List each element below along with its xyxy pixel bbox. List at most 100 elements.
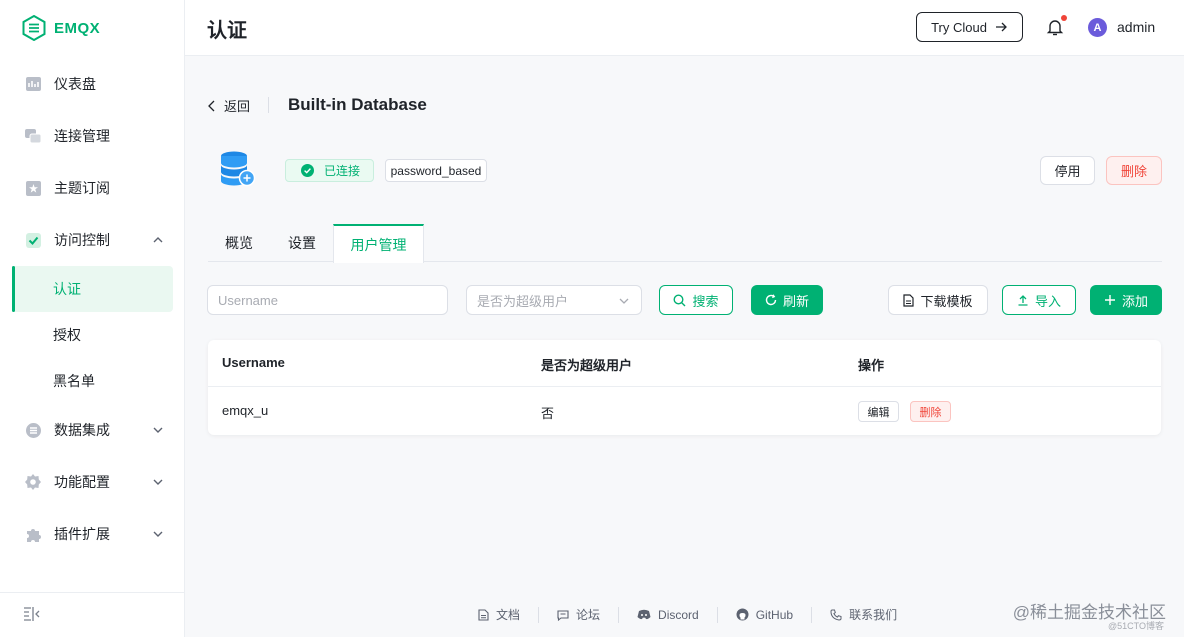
- add-button-label: 添加: [1121, 293, 1148, 309]
- try-cloud-button[interactable]: Try Cloud: [916, 12, 1023, 42]
- sidebar-subitem-label: 认证: [53, 281, 81, 297]
- data-integration-icon: [24, 421, 42, 439]
- back-link[interactable]: 返回: [208, 96, 250, 115]
- import-button-label: 导入: [1034, 293, 1061, 309]
- search-button[interactable]: 搜索: [659, 285, 733, 315]
- download-template-label: 下载模板: [920, 293, 973, 309]
- footer-contact-link[interactable]: 联系我们: [830, 606, 897, 623]
- discord-icon: [637, 609, 651, 620]
- users-table: Username 是否为超级用户 操作 emqx_u 否 编辑 删除: [208, 340, 1161, 435]
- sidebar-item-label: 仪表盘: [54, 76, 96, 92]
- chevron-up-icon: [153, 237, 163, 243]
- footer-docs-link[interactable]: 文档: [478, 606, 520, 623]
- sidebar-subitem-authorization[interactable]: 授权: [12, 312, 173, 358]
- github-icon: [736, 608, 749, 621]
- document-icon: [903, 293, 915, 307]
- emqx-logo-icon: [22, 15, 46, 41]
- sidebar-item-label: 数据集成: [54, 422, 110, 438]
- back-label: 返回: [224, 99, 251, 114]
- footer-discord-link[interactable]: Discord: [637, 608, 699, 622]
- sidebar-subitem-authentication[interactable]: 认证: [12, 266, 173, 312]
- superuser-select-placeholder: 是否为超级用户: [477, 293, 569, 309]
- footer-divider: [538, 606, 540, 623]
- access-control-icon: [24, 231, 42, 249]
- sidebar-item-dashboard[interactable]: 仪表盘: [0, 61, 185, 107]
- cell-superuser: 否: [541, 406, 555, 421]
- sidebar-item-access-control[interactable]: 访问控制: [0, 217, 185, 263]
- sidebar-item-subscriptions[interactable]: 主题订阅: [0, 165, 185, 211]
- sidebar-item-label: 连接管理: [54, 128, 110, 144]
- avatar[interactable]: A: [1088, 18, 1107, 37]
- footer-links: 文档 论坛 Discord GitHub 联系我们: [478, 606, 897, 623]
- brand-logo[interactable]: EMQX: [22, 15, 100, 41]
- tab-bar: 概览 设置 用户管理: [208, 224, 1162, 263]
- search-button-label: 搜索: [692, 293, 719, 309]
- tab-overview[interactable]: 概览: [208, 224, 270, 262]
- delete-authenticator-button[interactable]: 删除: [1106, 156, 1162, 185]
- cell-username: emqx_u: [222, 403, 269, 418]
- sidebar-item-label: 访问控制: [54, 232, 110, 248]
- chat-icon: [557, 609, 569, 621]
- tab-user-management[interactable]: 用户管理: [333, 224, 424, 263]
- sidebar-item-label: 功能配置: [54, 474, 110, 490]
- brand-name: EMQX: [54, 19, 101, 37]
- user-name[interactable]: admin: [1117, 19, 1155, 35]
- try-cloud-label: Try Cloud: [931, 19, 987, 35]
- refresh-button[interactable]: 刷新: [751, 285, 823, 315]
- footer-link-label: GitHub: [755, 607, 794, 622]
- search-icon: [673, 293, 686, 306]
- settings-icon: [24, 473, 42, 491]
- footer-link-label: 文档: [496, 608, 521, 622]
- footer-link-label: 论坛: [576, 608, 601, 622]
- superuser-select[interactable]: 是否为超级用户: [466, 285, 642, 315]
- sidebar-item-settings[interactable]: 功能配置: [0, 459, 185, 505]
- phone-icon: [830, 609, 842, 621]
- chevron-down-icon: [153, 531, 163, 537]
- sidebar-item-data-integration[interactable]: 数据集成: [0, 407, 185, 453]
- authenticator-title: Built-in Database: [288, 95, 427, 114]
- plugins-icon: [24, 525, 42, 543]
- refresh-icon: [765, 294, 777, 306]
- username-search-input[interactable]: [207, 285, 448, 315]
- edit-user-button[interactable]: 编辑: [858, 401, 899, 422]
- notification-dot: [1061, 15, 1067, 21]
- sidebar-item-plugins[interactable]: 插件扩展: [0, 511, 185, 557]
- sidebar: EMQX 仪表盘 连接管理 主题订阅 访问控制 认证 授权 黑名单 数据集成 功…: [0, 0, 185, 637]
- sidebar-item-label: 插件扩展: [54, 526, 110, 542]
- sidebar-subitem-blacklist[interactable]: 黑名单: [12, 358, 173, 404]
- import-button[interactable]: 导入: [1002, 285, 1076, 315]
- divider: [268, 97, 269, 113]
- sidebar-subitem-label: 黑名单: [53, 373, 95, 389]
- footer-link-label: 联系我们: [849, 608, 898, 622]
- dashboard-icon: [24, 75, 42, 93]
- chevron-left-icon: [208, 100, 215, 111]
- check-circle-icon: [301, 164, 314, 177]
- footer-divider: [618, 606, 620, 623]
- footer-github-link[interactable]: GitHub: [736, 608, 793, 622]
- disable-button[interactable]: 停用: [1040, 156, 1095, 185]
- document-icon: [478, 608, 489, 621]
- mechanism-badge: password_based: [385, 159, 487, 182]
- sidebar-divider: [0, 592, 184, 593]
- status-badge: 已连接: [285, 159, 374, 182]
- delete-user-button[interactable]: 删除: [910, 401, 951, 422]
- refresh-button-label: 刷新: [782, 293, 809, 309]
- chevron-down-icon: [153, 479, 163, 485]
- upload-icon: [1018, 295, 1028, 306]
- connections-icon: [24, 127, 42, 145]
- footer-divider: [716, 606, 718, 623]
- footer-link-label: Discord: [658, 607, 699, 622]
- arrow-right-icon: [995, 22, 1007, 32]
- plus-icon: [1104, 295, 1115, 305]
- top-header: 认证 Try Cloud A admin: [185, 0, 1184, 56]
- footer-divider: [811, 606, 813, 623]
- footer-forum-link[interactable]: 论坛: [557, 606, 600, 623]
- download-template-button[interactable]: 下载模板: [888, 285, 988, 315]
- sidebar-item-label: 主题订阅: [54, 180, 110, 196]
- sidebar-subitem-label: 授权: [53, 327, 81, 343]
- column-header-superuser: 是否为超级用户: [541, 358, 633, 373]
- sidebar-item-connections[interactable]: 连接管理: [0, 113, 185, 159]
- collapse-sidebar-icon[interactable]: [22, 605, 42, 623]
- add-user-button[interactable]: 添加: [1090, 285, 1162, 315]
- tab-settings[interactable]: 设置: [270, 224, 334, 262]
